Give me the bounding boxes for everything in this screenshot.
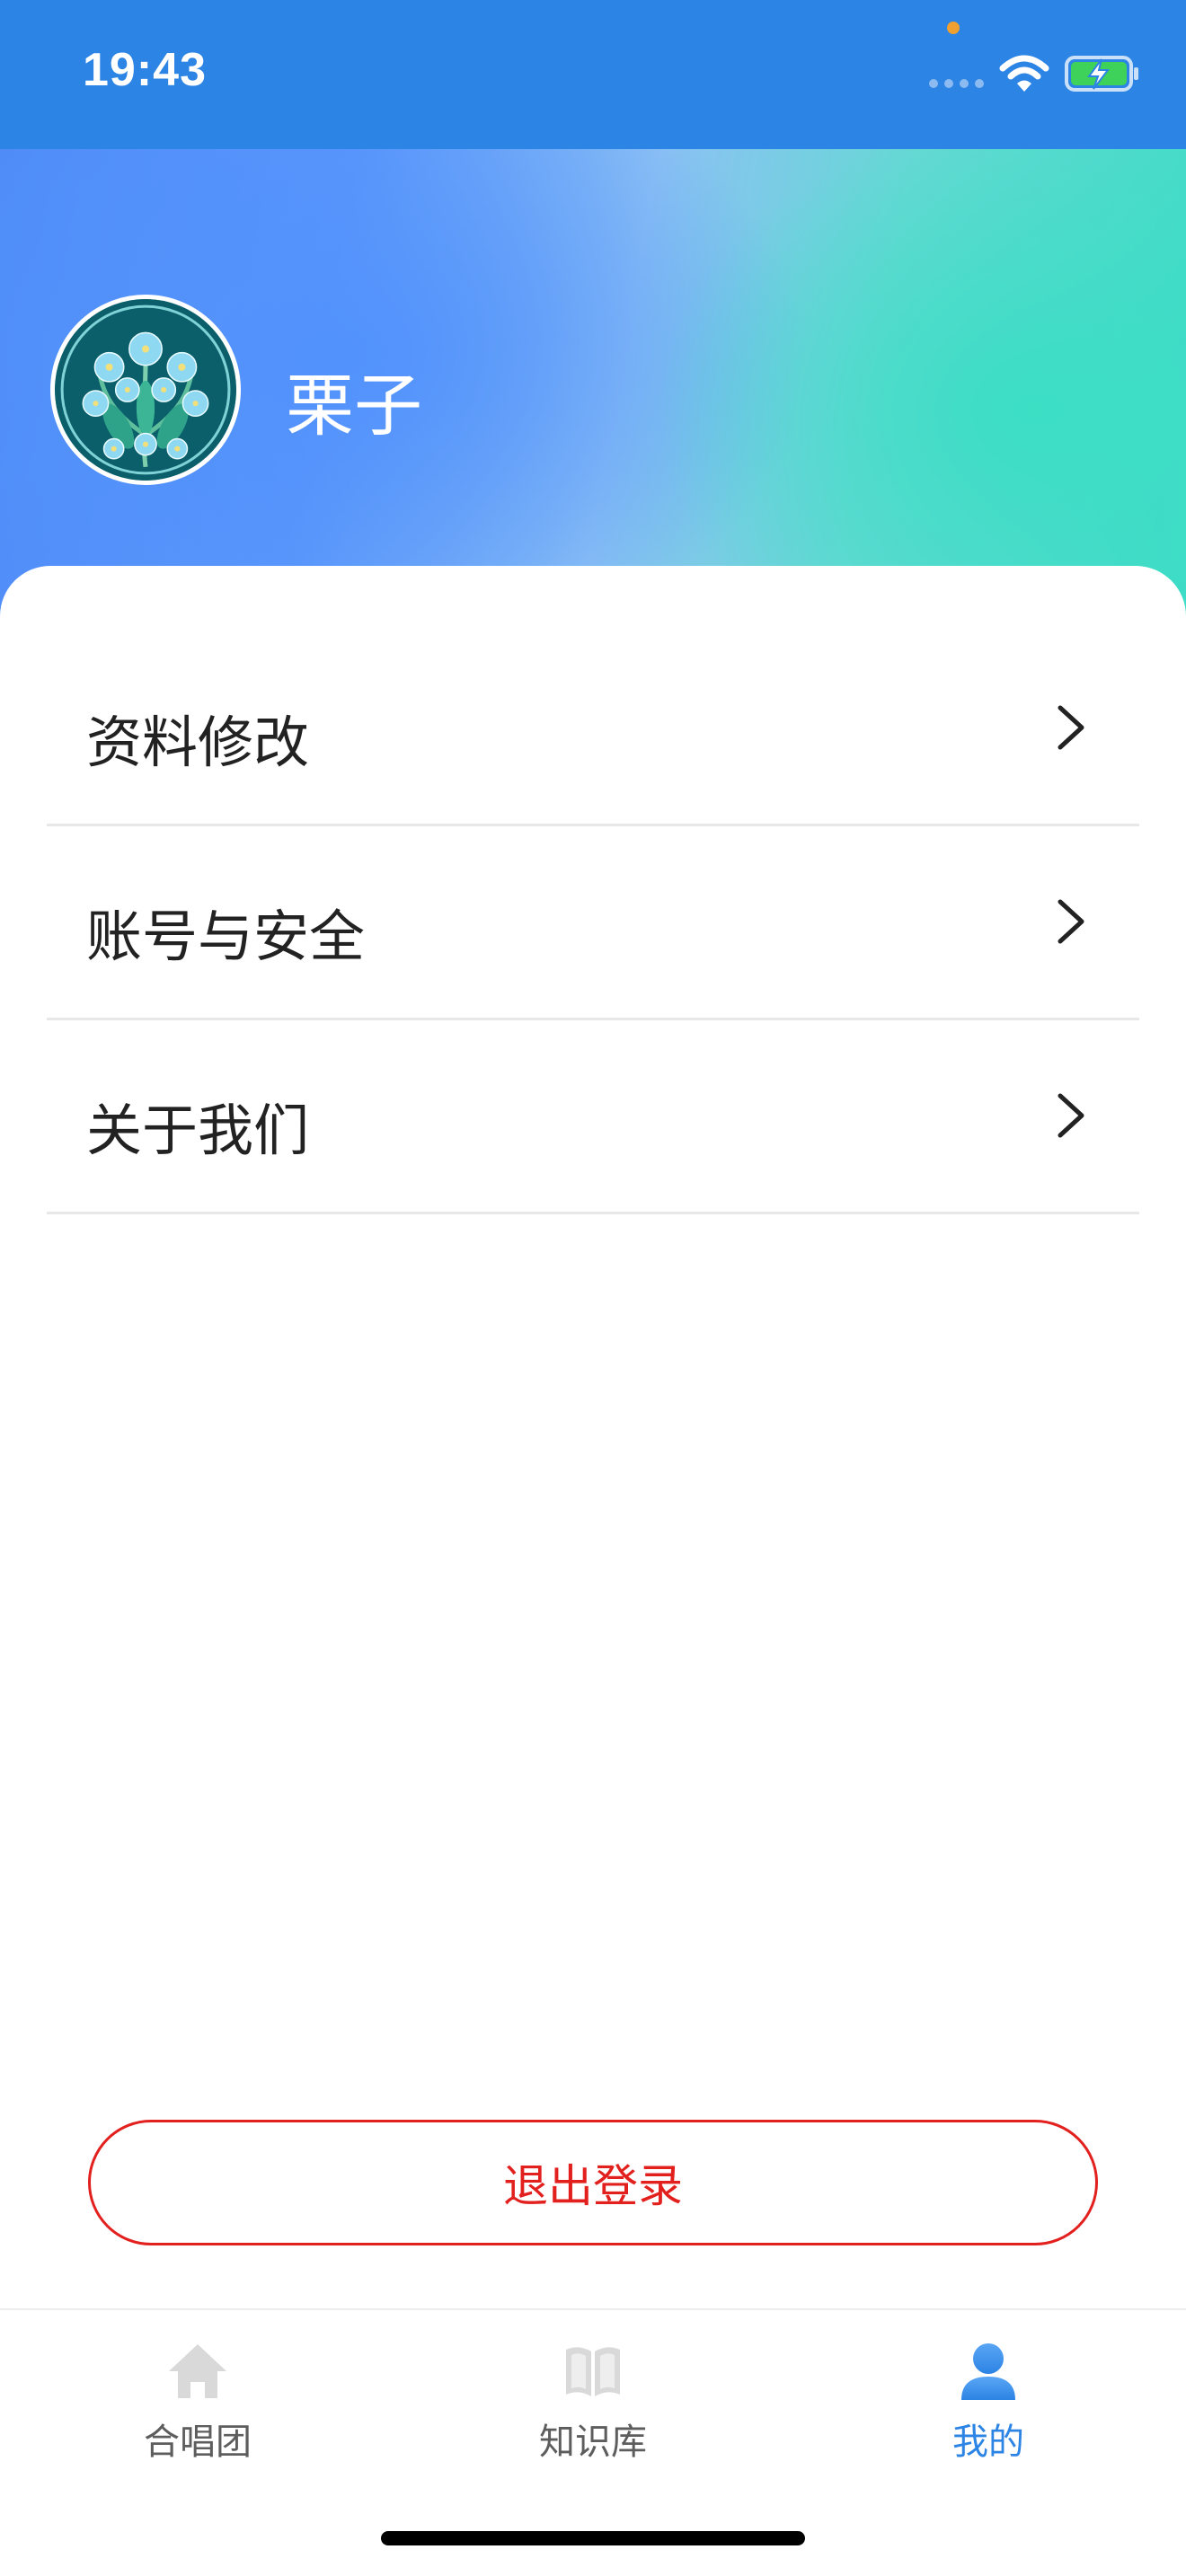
logout-button[interactable]: 退出登录 — [88, 2120, 1098, 2245]
battery-charging-icon — [1065, 56, 1138, 92]
chevron-right-icon — [1058, 899, 1084, 944]
user-icon — [961, 2343, 1015, 2400]
settings-card: 资料修改 账号与安全 关于我们 — [0, 566, 1186, 2308]
status-time: 19:43 — [83, 44, 207, 96]
profile-page: 19:43 栗子 资料修改 账号与安全 关于我们 退出登录 合唱团 知识库 我的 — [0, 0, 1186, 2576]
privacy-indicator-dot — [947, 22, 960, 34]
logout-label: 退出登录 — [503, 2160, 683, 2212]
home-icon — [169, 2344, 226, 2398]
menu-item-label: 账号与安全 — [86, 904, 366, 969]
menu-item-about-us[interactable]: 关于我们 — [47, 1020, 1139, 1214]
wifi-icon — [999, 55, 1049, 92]
menu-item-label: 资料修改 — [86, 710, 310, 775]
menu-item-label: 关于我们 — [86, 1098, 310, 1163]
signal-dots-icon — [929, 79, 985, 88]
chevron-right-icon — [1058, 705, 1084, 750]
tab-mine[interactable]: 我的 — [854, 2330, 1123, 2474]
menu-item-account-security[interactable]: 账号与安全 — [47, 826, 1139, 1020]
book-icon — [566, 2347, 620, 2396]
status-bar: 19:43 — [0, 0, 1186, 149]
menu-item-edit-profile[interactable]: 资料修改 — [47, 632, 1139, 826]
tab-knowledge-base[interactable]: 知识库 — [458, 2330, 728, 2474]
avatar[interactable] — [50, 295, 241, 485]
tab-label: 合唱团 — [144, 2422, 252, 2463]
home-indicator — [381, 2531, 805, 2545]
tab-label: 我的 — [952, 2422, 1024, 2463]
floral-avatar-image — [55, 299, 236, 481]
tab-choir[interactable]: 合唱团 — [63, 2330, 332, 2474]
chevron-right-icon — [1058, 1093, 1084, 1138]
tab-label: 知识库 — [539, 2422, 647, 2463]
username: 栗子 — [286, 366, 422, 446]
